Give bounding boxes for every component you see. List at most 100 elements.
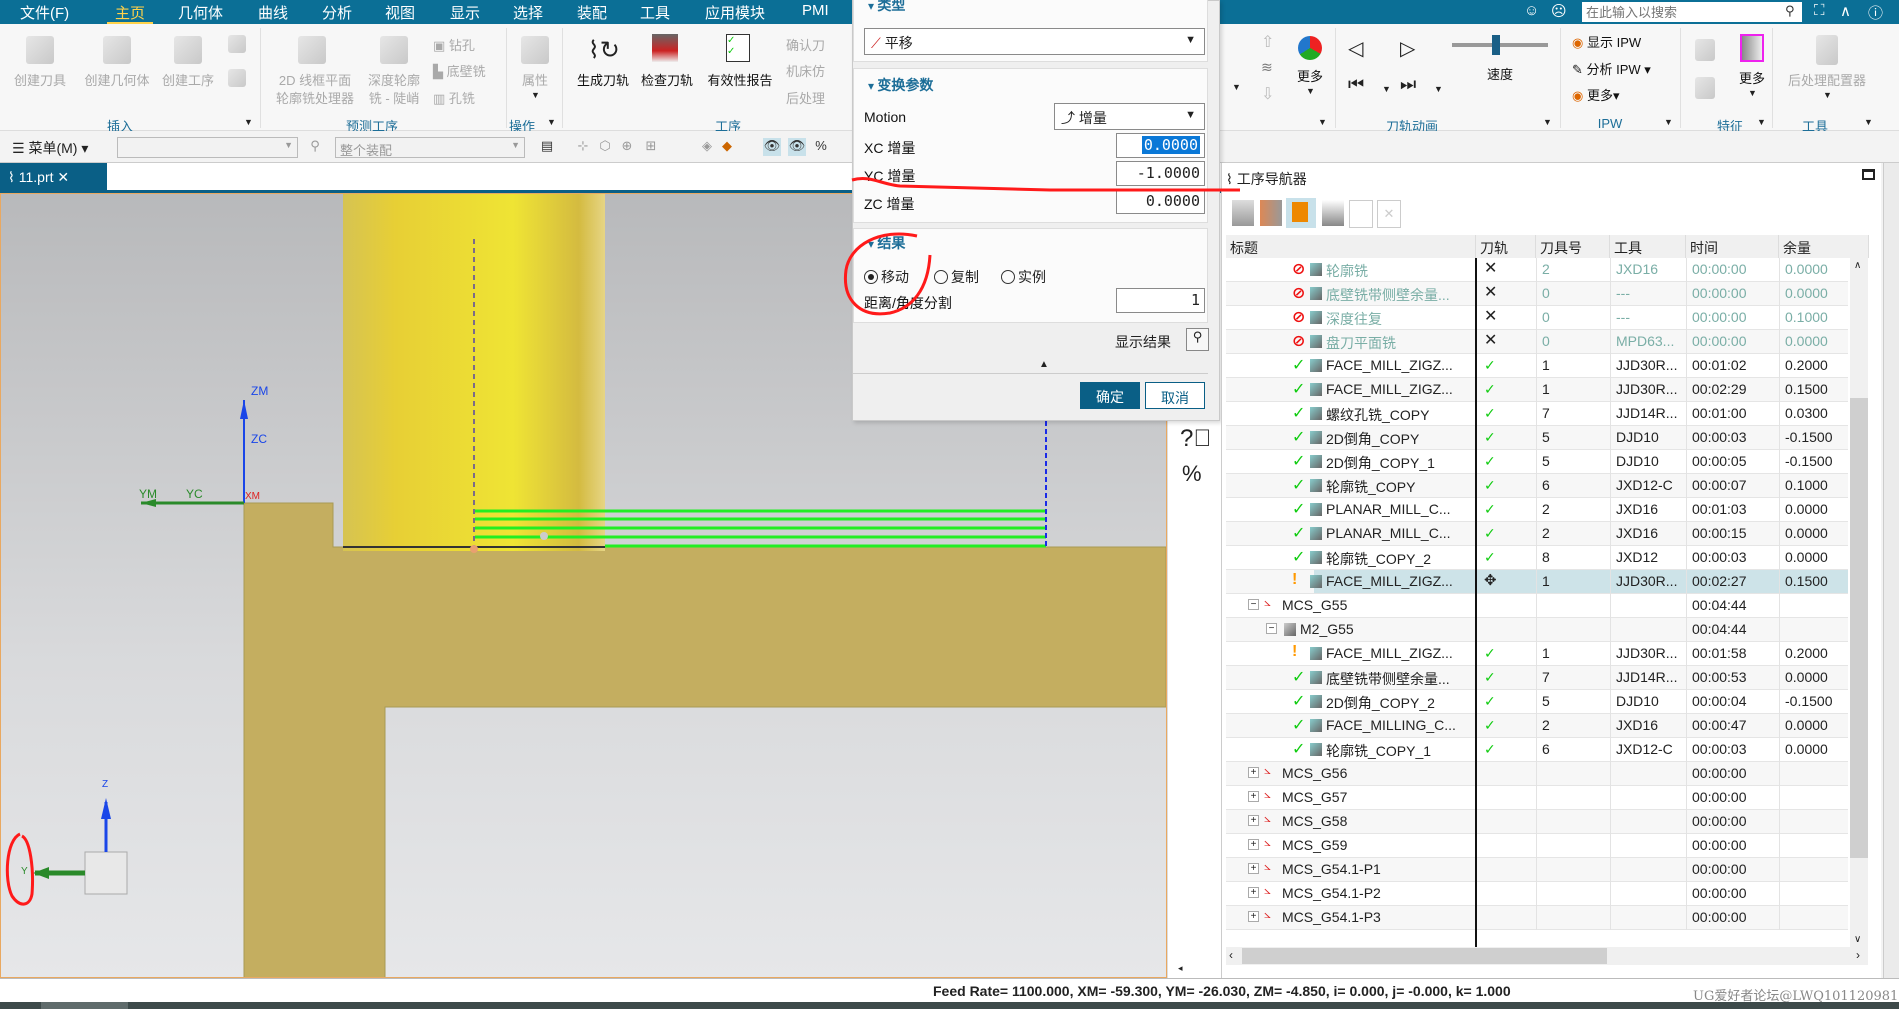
create-tool-button[interactable]: 创建刀具 — [14, 70, 66, 89]
params-section-header[interactable]: 变换参数 — [868, 75, 933, 95]
arrow-up-icon[interactable]: ⇧ — [1261, 32, 1274, 52]
collapse-arrow-icon[interactable]: ◂ — [1178, 963, 1183, 974]
navigator-row[interactable]: ✓ 轮廓铣_COPY_2 ✓ 8 JXD12 00:00:03 0.0000 — [1226, 546, 1848, 570]
depth-profile-button[interactable]: 深度轮廓 — [368, 70, 420, 89]
create-method-icon[interactable] — [228, 35, 246, 53]
horizontal-scrollbar[interactable]: ‹ › — [1226, 947, 1868, 965]
vertical-scrollbar[interactable]: ∧ ∨ — [1850, 258, 1868, 947]
wireframe-button[interactable]: 2D 线框平面 — [279, 70, 351, 89]
layers-icon[interactable]: ≋ — [1261, 59, 1273, 76]
menu-geometry[interactable]: 几何体 — [178, 2, 223, 23]
navigator-row[interactable]: ! FACE_MILL_ZIGZ... ✓ 1 JJD30R... 00:01:58 0.2… — [1226, 642, 1848, 666]
column-header-stock[interactable]: 余量 — [1779, 235, 1869, 258]
navigator-row[interactable]: + ⦣ MCS_G57 00:00:00 — [1226, 786, 1848, 810]
properties-dropdown[interactable]: ▼ — [531, 90, 540, 100]
scroll-left-icon[interactable]: ‹ — [1229, 948, 1233, 962]
navigator-row[interactable]: ✓ 轮廓铣_COPY_1 ✓ 6 JXD12-C 00:00:03 0.0000 — [1226, 738, 1848, 762]
vertical-scrollbar-thumb[interactable] — [1850, 398, 1868, 858]
navigator-row[interactable]: + ⦣ MCS_G54.1-P2 00:00:00 — [1226, 882, 1848, 906]
navigator-row[interactable]: ✓ 2D倒角_COPY_2 ✓ 5 DJD10 00:00:04 -0.1500 — [1226, 690, 1848, 714]
method-view-icon[interactable] — [1322, 200, 1344, 226]
show-toolpath-icon[interactable]: 👁 — [788, 138, 806, 156]
collapse-ribbon-icon[interactable]: ∧ — [1840, 2, 1851, 20]
create-program-icon[interactable] — [228, 69, 246, 87]
zc-increment-input[interactable]: 0.0000 — [1116, 189, 1205, 214]
navigator-row[interactable]: ✓ 螺纹孔铣_COPY ✓ 7 JJD14R... 00:01:00 0.0300 — [1226, 402, 1848, 426]
column-header-tool[interactable]: 工具 — [1610, 235, 1686, 258]
menu-curve[interactable]: 曲线 — [258, 2, 288, 23]
group-feature-dropdown[interactable]: ▼ — [1757, 117, 1766, 127]
verify-toolpath-button[interactable]: 检查刀轨 — [641, 70, 693, 89]
navigator-row[interactable]: ✓ PLANAR_MILL_C... ✓ 2 JXD16 00:01:03 0.0000 — [1226, 498, 1848, 522]
properties-button[interactable]: 属性 — [522, 70, 548, 89]
dropdown-arrow[interactable]: ▼ — [1232, 82, 1241, 92]
generate-toolpath-button[interactable]: 生成刀轨 — [577, 70, 629, 89]
step-back-button[interactable]: ◁ — [1348, 36, 1363, 61]
create-geometry-button[interactable]: 创建几何体 — [84, 70, 149, 89]
expand-toggle[interactable]: + — [1248, 911, 1259, 922]
yc-increment-input[interactable]: -1.0000 — [1116, 161, 1205, 186]
column-header-title[interactable]: 标题 — [1226, 235, 1476, 258]
navigator-row[interactable]: ✓ 轮廓铣_COPY ✓ 6 JXD12-C 00:00:07 0.1000 — [1226, 474, 1848, 498]
navigator-row[interactable]: + ⦣ MCS_G58 00:00:00 — [1226, 810, 1848, 834]
group-dropdown[interactable]: ▼ — [1318, 117, 1327, 127]
feature-add-icon[interactable] — [1695, 77, 1715, 99]
menu-display[interactable]: 显示 — [450, 2, 480, 23]
body-icon[interactable]: ◆ — [718, 138, 736, 156]
navigator-row[interactable]: − ⦣ MCS_G55 00:04:44 — [1226, 594, 1848, 618]
help-icon[interactable]: ⓘ — [1868, 2, 1883, 23]
ok-button[interactable]: 确定 — [1080, 382, 1140, 409]
machine-tool-view-icon[interactable] — [1260, 200, 1282, 226]
play-button[interactable]: ⏭ — [1400, 74, 1416, 95]
navigator-row[interactable]: ✓ PLANAR_MILL_C... ✓ 2 JXD16 00:00:15 0.0000 — [1226, 522, 1848, 546]
navigator-row[interactable]: ✓ 底壁铣带侧壁余量... ✓ 7 JJD14R... 00:00:53 0.0000 — [1226, 666, 1848, 690]
step-forward-button[interactable]: ▷ — [1400, 36, 1415, 61]
search-input[interactable] — [1582, 2, 1802, 22]
navigator-row[interactable]: + ⦣ MCS_G56 00:00:00 — [1226, 762, 1848, 786]
hexagon-icon[interactable]: ⬡ — [596, 138, 614, 156]
geometry-view-icon[interactable] — [1286, 198, 1316, 228]
play-dropdown[interactable]: ▼ — [1434, 84, 1443, 94]
point-icon[interactable]: ⊕ — [618, 138, 636, 156]
postprocess-button[interactable]: 后处理 — [786, 88, 825, 107]
cancel-button[interactable]: 取消 — [1145, 382, 1205, 409]
menu-analysis[interactable]: 分析 — [322, 2, 352, 23]
expand-toggle[interactable]: + — [1248, 863, 1259, 874]
filter-icon[interactable]: ⚲ — [306, 138, 324, 156]
more-dropdown[interactable]: ▼ — [1306, 86, 1315, 96]
group-ipw-dropdown[interactable]: ▼ — [1664, 117, 1673, 127]
menu-file[interactable]: 文件(F) — [20, 2, 69, 23]
menu-select[interactable]: 选择 — [513, 2, 543, 23]
radio-copy[interactable]: 复制 — [934, 267, 979, 287]
document-tab[interactable]: ⌇ 11.prt ✕ — [0, 163, 107, 193]
feature-more-button[interactable]: 更多 — [1739, 68, 1765, 87]
expand-toggle[interactable]: + — [1248, 815, 1259, 826]
navigator-row[interactable]: ⊘ 底壁铣带侧壁余量... ✕ 0 --- 00:00:00 0.0000 — [1226, 282, 1848, 306]
expand-toggle[interactable]: + — [1248, 839, 1259, 850]
add-disabled-icon[interactable] — [1349, 200, 1373, 228]
floor-wall-button[interactable]: ▙ 底壁铣 — [433, 61, 486, 80]
hide-show-icon[interactable]: % — [1182, 461, 1202, 487]
navigator-row[interactable]: − M2_G55 00:04:44 — [1226, 618, 1848, 642]
group-tools-dropdown[interactable]: ▼ — [1864, 117, 1873, 127]
speed-slider-thumb[interactable] — [1491, 35, 1500, 55]
divide-input[interactable]: 1 — [1116, 288, 1205, 313]
speed-slider[interactable] — [1452, 35, 1548, 55]
group-insert-dropdown[interactable]: ▼ — [244, 117, 253, 127]
menu-tools[interactable]: 工具 — [640, 2, 670, 23]
motion-dropdown[interactable]: ⤴ 增量 ▼ — [1054, 103, 1205, 130]
group-ops-dropdown[interactable]: ▼ — [547, 117, 556, 127]
search-icon[interactable]: ⚲ — [1785, 3, 1795, 19]
feature-icon[interactable] — [1695, 39, 1715, 61]
snap-icon[interactable]: ⊹ — [574, 138, 592, 156]
menu-applications[interactable]: 应用模块 — [705, 2, 765, 23]
scroll-up-icon[interactable]: ∧ — [1854, 260, 1861, 271]
column-header-time[interactable]: 时间 — [1686, 235, 1779, 258]
menu-pmi[interactable]: PMI — [802, 2, 829, 19]
radio-instance[interactable]: 实例 — [1001, 267, 1046, 287]
expand-toggle[interactable]: + — [1248, 887, 1259, 898]
arrow-down-icon[interactable]: ⇩ — [1261, 84, 1274, 104]
create-operation-button[interactable]: 创建工序 — [162, 70, 214, 89]
smile-icon[interactable]: ☺ — [1524, 2, 1539, 19]
analyze-ipw-button[interactable]: ✎ 分析 IPW ▾ — [1572, 59, 1651, 78]
